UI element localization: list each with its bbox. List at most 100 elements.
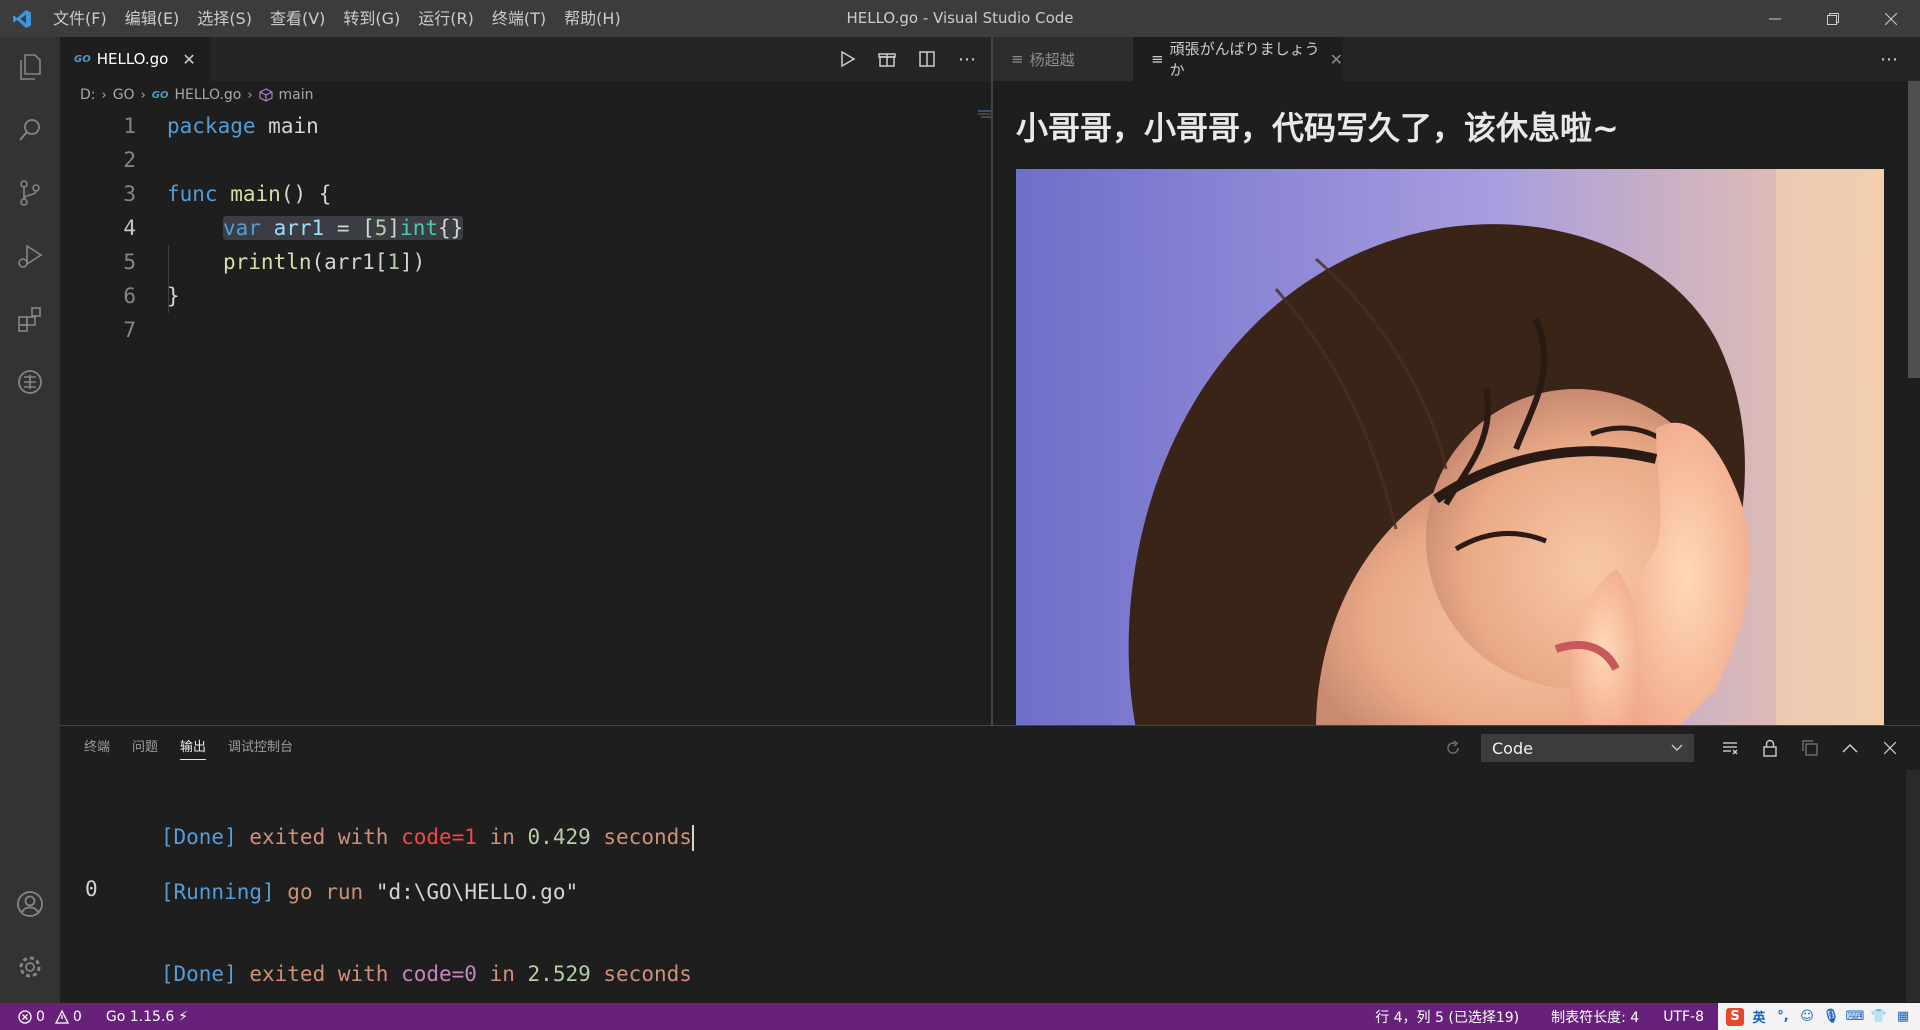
- restore-button[interactable]: [1804, 0, 1862, 37]
- tab-preview-2[interactable]: ≡ 頑張がんばりましょうか ✕: [1133, 37, 1343, 81]
- line-number: 5: [123, 250, 136, 274]
- microphone-icon[interactable]: 🎙: [1822, 1008, 1840, 1026]
- panel-scrollbar[interactable]: [1906, 770, 1920, 1002]
- split-editor-icon: [919, 51, 935, 67]
- preview-tab-bar: ≡ 杨超越 ≡ 頑張がんばりましょうか ✕ ⋯: [993, 37, 1920, 81]
- clear-output-button[interactable]: [1718, 736, 1742, 760]
- search-icon[interactable]: [0, 100, 60, 160]
- tab-terminal[interactable]: 终端: [84, 726, 110, 770]
- emoji-icon[interactable]: ☺: [1798, 1008, 1816, 1026]
- status-bar: 0 0 Go 1.15.6 ⚡ 行 4，列 5 (已选择19) 制表符长度: 4…: [0, 1003, 1920, 1030]
- run-file-button[interactable]: [834, 46, 860, 72]
- menu-selection[interactable]: 选择(S): [188, 0, 261, 37]
- tab-preview-1[interactable]: ≡ 杨超越: [993, 37, 1133, 81]
- menu-run[interactable]: 运行(R): [409, 0, 483, 37]
- error-count: 0: [36, 1008, 45, 1025]
- punctuation-icon[interactable]: °,: [1774, 1008, 1792, 1026]
- webview-scrollbar[interactable]: [1908, 81, 1920, 378]
- menu-view[interactable]: 查看(V): [261, 0, 334, 37]
- output-line: [Done] exited with code=1 in 0.429 secon…: [85, 792, 694, 851]
- minimize-button[interactable]: [1746, 0, 1804, 37]
- menu-go[interactable]: 转到(G): [334, 0, 409, 37]
- page-heading: 小哥哥，小哥哥，代码写久了，该休息啦~: [1016, 109, 1619, 147]
- ellipsis-icon: ⋯: [1880, 48, 1898, 70]
- settings-gear-icon[interactable]: [0, 937, 60, 997]
- keyboard-icon[interactable]: ⌨: [1846, 1008, 1865, 1026]
- webview-content: 小哥哥，小哥哥，代码写久了，该休息啦~: [993, 81, 1920, 725]
- breadcrumb-folder[interactable]: GO: [113, 87, 135, 103]
- tab-problems[interactable]: 问题: [132, 726, 158, 770]
- menu-edit[interactable]: 编辑(E): [116, 0, 189, 37]
- toolbox-icon[interactable]: ▦: [1894, 1008, 1912, 1026]
- close-panel-button[interactable]: [1878, 736, 1902, 760]
- breadcrumb: D: › GO › GO HELLO.go › main: [60, 81, 992, 109]
- indentation-status[interactable]: 制表符长度: 4: [1543, 1007, 1647, 1027]
- tab-debug-console[interactable]: 调试控制台: [228, 726, 293, 770]
- editor-tab-bar: GO HELLO.go ✕ ⋯: [60, 37, 992, 81]
- menu-file[interactable]: 文件(F): [44, 0, 116, 37]
- open-preview-button[interactable]: [874, 46, 900, 72]
- menu-terminal[interactable]: 终端(T): [483, 0, 555, 37]
- extensions-icon[interactable]: [0, 289, 60, 349]
- keyword-var: var: [223, 216, 261, 240]
- breadcrumb-file[interactable]: HELLO.go: [175, 87, 242, 103]
- breadcrumb-drive[interactable]: D:: [80, 87, 96, 103]
- menu-help[interactable]: 帮助(H): [555, 0, 630, 37]
- function-name: main: [230, 182, 281, 206]
- line-number: 7: [123, 318, 136, 342]
- maximize-panel-button[interactable]: [1838, 736, 1862, 760]
- go-file-icon: GO: [151, 89, 169, 101]
- go-file-icon: GO: [74, 53, 91, 65]
- more-actions-button[interactable]: ⋯: [954, 46, 980, 72]
- source-control-icon[interactable]: [0, 163, 60, 223]
- code-punct: {}: [438, 216, 464, 240]
- code-line-5: 5 println(arr1[1]): [60, 245, 960, 279]
- cursor-position[interactable]: 行 4，列 5 (已选择19): [1367, 1007, 1527, 1027]
- ime-language-toggle[interactable]: 英: [1750, 1008, 1768, 1026]
- error-icon: [18, 1009, 32, 1024]
- code-punct: () {: [280, 182, 332, 206]
- code-number: 5: [374, 216, 388, 240]
- open-in-editor-button[interactable]: [1798, 736, 1822, 760]
- run-debug-icon[interactable]: [0, 226, 60, 286]
- elapsed-time: 2.529: [527, 962, 591, 986]
- close-tab-icon[interactable]: ✕: [182, 50, 195, 69]
- variable-arr1: arr1: [273, 216, 325, 240]
- code-operator: =: [324, 216, 363, 240]
- files-icon[interactable]: [0, 37, 60, 97]
- more-actions-button[interactable]: ⋯: [1876, 46, 1902, 72]
- preview-icon: ≡: [1151, 50, 1164, 68]
- close-window-button[interactable]: [1862, 0, 1920, 37]
- tab-label: HELLO.go: [96, 50, 169, 68]
- line-number: 4: [123, 216, 136, 240]
- keyword-func: func: [167, 182, 218, 206]
- code-line-3: 3 func main() {: [60, 177, 960, 211]
- code-punct: ]: [387, 216, 401, 240]
- exit-code: code=1: [401, 825, 477, 849]
- remote-explorer-icon[interactable]: [0, 352, 60, 412]
- code-editor[interactable]: 1 package main 2 3 func main() { 4 var a…: [60, 109, 1050, 725]
- chevron-right-icon: ›: [247, 87, 253, 103]
- tab-hello-go[interactable]: GO HELLO.go ✕: [60, 37, 210, 81]
- skin-icon[interactable]: 👕: [1870, 1008, 1888, 1026]
- tab-output[interactable]: 输出: [180, 726, 207, 770]
- close-icon: [1884, 742, 1896, 754]
- panel-actions: Code: [1441, 726, 1902, 770]
- refresh-button[interactable]: [1441, 736, 1465, 760]
- output-channel-select[interactable]: Code: [1481, 734, 1694, 762]
- chevron-right-icon: ›: [101, 87, 107, 103]
- text-cursor: [691, 825, 694, 851]
- problems-status[interactable]: 0 0: [0, 1009, 90, 1025]
- go-version-status[interactable]: Go 1.15.6 ⚡: [98, 1009, 196, 1025]
- encoding-status[interactable]: UTF-8: [1655, 1009, 1712, 1025]
- split-editor-button[interactable]: [914, 46, 940, 72]
- lightning-icon: ⚡: [178, 1008, 189, 1025]
- chevron-right-icon: ›: [140, 87, 146, 103]
- close-tab-icon[interactable]: ✕: [1330, 50, 1343, 69]
- account-icon[interactable]: [0, 874, 60, 934]
- sogou-logo-icon: S: [1726, 1007, 1744, 1026]
- chevron-down-icon: [1671, 744, 1683, 751]
- breadcrumb-symbol[interactable]: main: [279, 87, 314, 103]
- code-line-2: 2: [60, 143, 960, 177]
- lock-scroll-button[interactable]: [1758, 736, 1782, 760]
